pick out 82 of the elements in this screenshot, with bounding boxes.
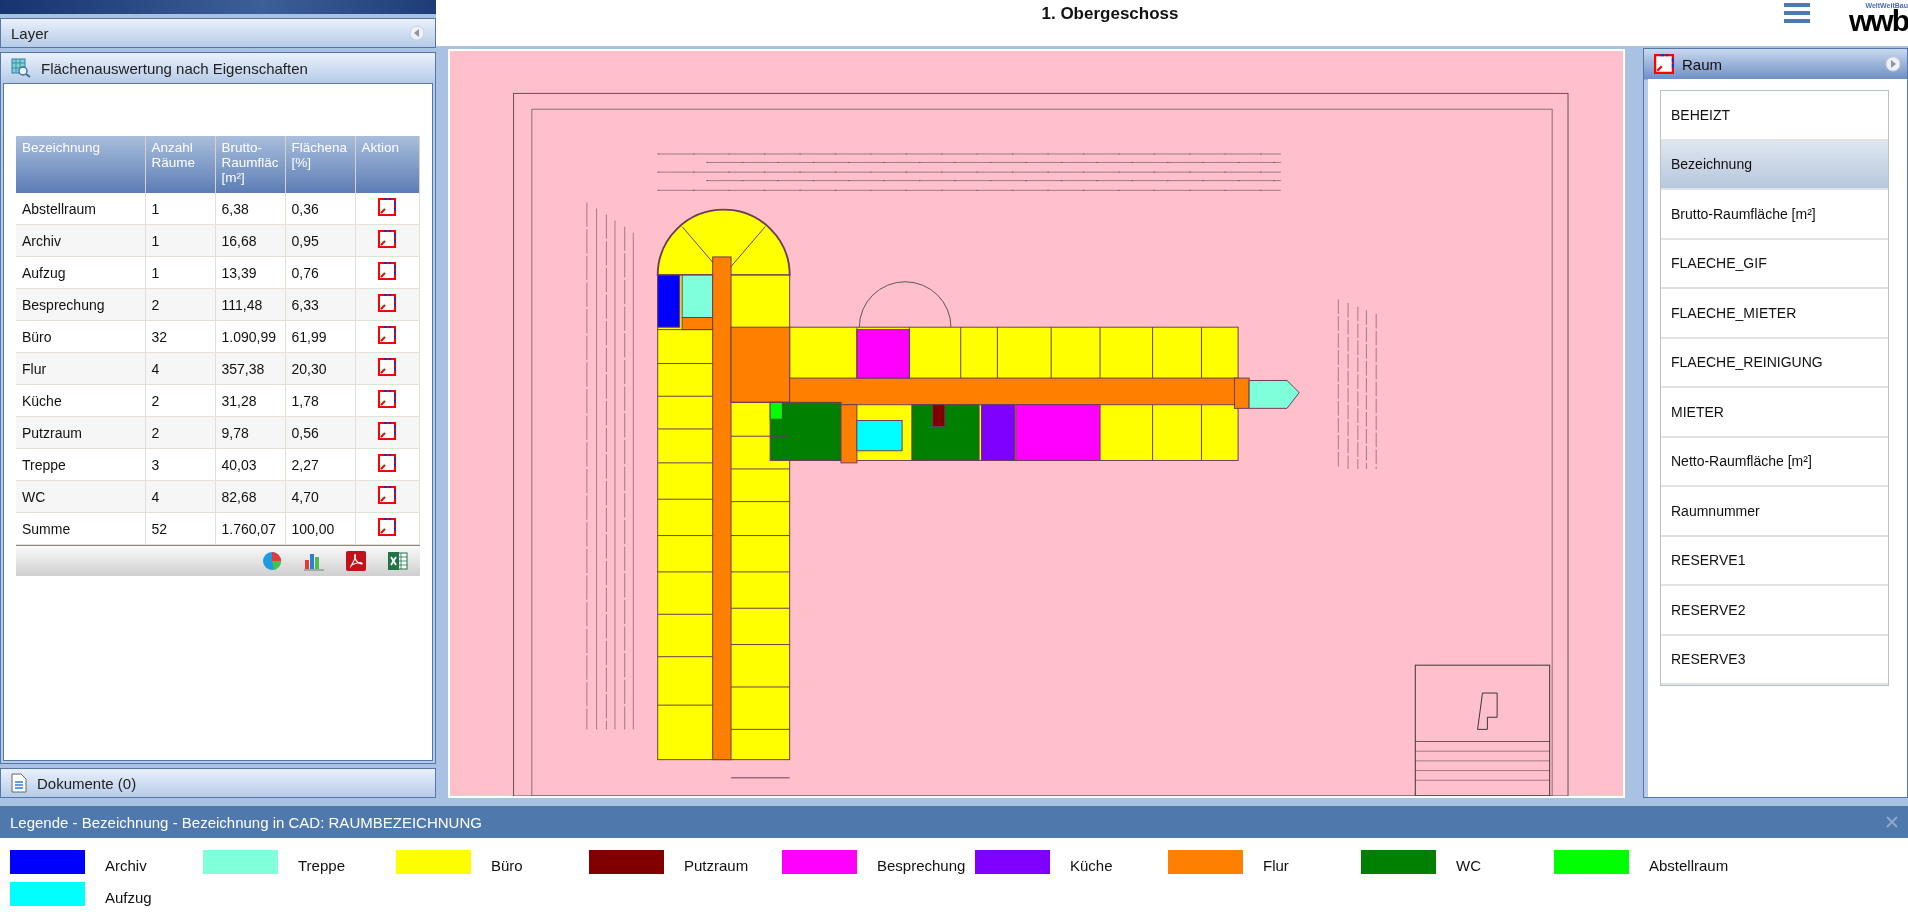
pdf-icon[interactable] xyxy=(346,551,366,571)
legend-label: Aufzug xyxy=(105,889,152,906)
table-cell: 4 xyxy=(145,480,215,513)
table-cell: 1.760,07 xyxy=(215,512,285,545)
table-cell: 2 xyxy=(145,384,215,417)
legend-label: Abstellraum xyxy=(1649,857,1729,874)
table-cell: 357,38 xyxy=(215,352,285,385)
table-cell: 52 xyxy=(145,512,215,545)
table-cell: 31,28 xyxy=(215,384,285,417)
table-cell: 6,38 xyxy=(215,193,285,225)
table-cell: Küche xyxy=(16,384,145,417)
table-cell: 0,95 xyxy=(285,224,355,257)
table-cell: 4 xyxy=(145,352,215,385)
table-cell: 3 xyxy=(145,448,215,481)
action-icon[interactable] xyxy=(378,518,397,536)
legend-label: Flur xyxy=(1263,857,1289,874)
legend-label: Archiv xyxy=(105,857,147,874)
panel-title: Layer xyxy=(11,24,50,42)
action-icon[interactable] xyxy=(378,422,397,440)
table-cell: 9,78 xyxy=(215,416,285,449)
table-cell: 100,00 xyxy=(285,512,355,545)
legend-label: Putzraum xyxy=(684,857,749,874)
action-icon[interactable] xyxy=(378,198,397,216)
action-icon[interactable] xyxy=(378,454,397,472)
table-cell: 2 xyxy=(145,288,215,321)
table-cell: 6,33 xyxy=(285,288,355,321)
table-cell: Büro xyxy=(16,320,145,353)
table-cell: WC xyxy=(16,480,145,513)
table-cell: Treppe xyxy=(16,448,145,481)
page-title: 1. Obergeschoss xyxy=(1040,3,1180,24)
table-cell: 61,99 xyxy=(285,320,355,353)
legend-label: Küche xyxy=(1070,857,1113,874)
table-cell: Besprechung xyxy=(16,288,145,321)
table-cell: Summe xyxy=(16,512,145,545)
table-cell: 32 xyxy=(145,320,215,353)
action-icon[interactable] xyxy=(378,230,397,248)
menu-icon[interactable] xyxy=(1784,2,1810,24)
expand-right-icon[interactable] xyxy=(1885,56,1901,72)
table-cell: Abstellraum xyxy=(16,193,145,225)
table-cell: 1,78 xyxy=(285,384,355,417)
document-icon xyxy=(11,773,27,793)
spreadsheet-icon[interactable] xyxy=(388,551,408,571)
table-cell: 4,70 xyxy=(285,480,355,513)
table-cell: Archiv xyxy=(16,224,145,257)
table-cell: 40,03 xyxy=(215,448,285,481)
table-cell: 82,68 xyxy=(215,480,285,513)
panel-title: Dokumente (0) xyxy=(37,774,138,792)
action-icon[interactable] xyxy=(378,294,397,312)
legend-label: Treppe xyxy=(298,857,345,874)
legend-label: WC xyxy=(1456,857,1481,874)
table-cell: 1.090,99 xyxy=(215,320,285,353)
table-cell: 1 xyxy=(145,193,215,225)
property-item[interactable]: Bezeichnung xyxy=(1661,140,1888,190)
table-search-icon xyxy=(11,58,31,78)
action-icon[interactable] xyxy=(378,262,397,280)
table-cell: 13,39 xyxy=(215,256,285,289)
legend-title: Legende - Bezeichnung - Bezeichnung in CAD: RAUMBEZEICHNUNG xyxy=(10,813,482,831)
table-cell: 1 xyxy=(145,224,215,257)
table-cell: 0,36 xyxy=(285,193,355,225)
panel-title: Flächenauswertung nach Eigenschaften xyxy=(41,59,309,77)
pie-chart-icon[interactable] xyxy=(262,551,282,571)
panel-title: Raum xyxy=(1682,55,1723,73)
table-cell: 2 xyxy=(145,416,215,449)
room-icon[interactable] xyxy=(1654,54,1674,74)
table-cell: 20,30 xyxy=(285,352,355,385)
action-icon[interactable] xyxy=(378,358,397,376)
table-cell: 111,48 xyxy=(215,288,285,321)
table-cell: 0,56 xyxy=(285,416,355,449)
table-cell: Aufzug xyxy=(16,256,145,289)
table-cell: 2,27 xyxy=(285,448,355,481)
table-cell: 1 xyxy=(145,256,215,289)
legend-label: Besprechung xyxy=(877,857,966,874)
action-icon[interactable] xyxy=(378,486,397,504)
table-cell: 0,76 xyxy=(285,256,355,289)
action-icon[interactable] xyxy=(378,326,397,344)
bar-chart-icon[interactable] xyxy=(304,551,324,571)
collapse-left-icon[interactable] xyxy=(409,25,425,41)
legend-label: Büro xyxy=(491,857,523,874)
table-cell: Putzraum xyxy=(16,416,145,449)
table-cell: Flur xyxy=(16,352,145,385)
table-cell: 16,68 xyxy=(215,224,285,257)
action-icon[interactable] xyxy=(378,390,397,408)
